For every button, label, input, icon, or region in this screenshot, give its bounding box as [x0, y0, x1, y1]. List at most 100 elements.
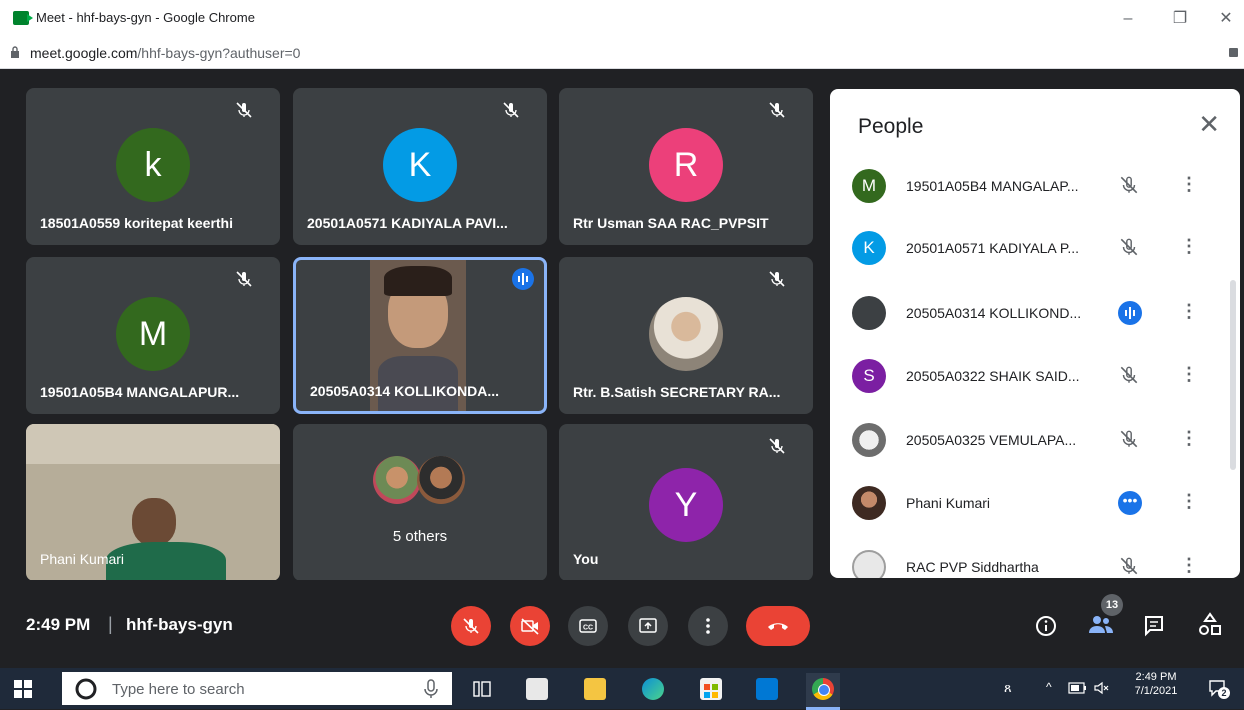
participant-tile-active-speaker[interactable]: 20505A0314 KOLLIKONDA... [293, 257, 547, 414]
store-icon[interactable] [700, 678, 722, 700]
others-tile[interactable]: 5 others [293, 424, 547, 581]
mic-off-icon[interactable] [1118, 364, 1140, 386]
participant-row-name: Phani Kumari [906, 495, 991, 511]
task-view-icon[interactable] [472, 680, 492, 698]
participant-tile[interactable]: Rtr. B.Satish SECRETARY RA... [559, 257, 813, 414]
more-options-button[interactable]: ⋮ [1180, 234, 1198, 258]
participant-tile[interactable]: R Rtr Usman SAA RAC_PVPSIT [559, 88, 813, 245]
chrome-taskbar-button[interactable] [806, 673, 840, 710]
taskbar-search-box[interactable]: Type here to search [62, 672, 452, 705]
others-avatar [417, 456, 465, 504]
svg-text:CC: CC [583, 625, 593, 632]
url-path: /hhf-bays-gyn?authuser=0 [137, 45, 301, 61]
action-center-button[interactable]: 2 [1208, 679, 1230, 699]
participant-name: 20501A0571 KADIYALA PAVI... [307, 215, 508, 231]
people-panel-title: People [858, 115, 924, 138]
windows-start-icon[interactable] [14, 680, 32, 698]
mic-toggle-button[interactable] [451, 606, 491, 646]
participant-row-name: 19501A05B4 MANGALAP... [906, 178, 1079, 194]
mic-off-icon[interactable] [1118, 555, 1140, 577]
maximize-button[interactable]: ❐ [1162, 6, 1198, 32]
more-vert-icon [706, 618, 710, 634]
clock-time: 2:49 PM [1135, 671, 1177, 683]
close-panel-button[interactable]: ✕ [1198, 111, 1220, 137]
more-options-button[interactable]: ⋮ [1180, 299, 1198, 323]
leave-call-button[interactable] [746, 606, 810, 646]
participant-row[interactable]: 20505A0325 VEMULAPA... ⋮ [850, 414, 1210, 464]
mic-off-icon [769, 438, 785, 454]
taskbar-clock[interactable]: 2:49 PM 7/1/2021 [1128, 671, 1184, 697]
notes-app-icon[interactable] [526, 678, 548, 700]
meeting-time: 2:49 PM [26, 615, 91, 634]
camera-toggle-button[interactable] [510, 606, 550, 646]
participant-name: You [573, 551, 599, 567]
chrome-icon [812, 678, 834, 700]
avatar: M [116, 297, 190, 371]
more-options-button[interactable]: ⋮ [1180, 426, 1198, 450]
participant-tile[interactable]: k 18501A0559 koritepat keerthi [26, 88, 280, 245]
people-icon[interactable] [1088, 614, 1114, 636]
avatar: Y [649, 468, 723, 542]
participant-tile-video[interactable]: Phani Kumari [26, 424, 280, 581]
participant-tile[interactable]: K 20501A0571 KADIYALA PAVI... [293, 88, 547, 245]
search-placeholder: Type here to search [112, 681, 245, 698]
chat-icon[interactable] [1142, 614, 1166, 638]
participant-name: 18501A0559 koritepat keerthi [40, 215, 233, 231]
participant-tile[interactable]: M 19501A05B4 MANGALAPUR... [26, 257, 280, 414]
file-explorer-icon[interactable] [584, 678, 606, 700]
extension-icon[interactable] [1229, 48, 1238, 57]
profile-photo [649, 297, 723, 371]
participant-row[interactable]: S 20505A0322 SHAIK SAID... ⋮ [850, 350, 1210, 400]
participant-row[interactable]: RAC PVP Siddhartha ⋮ [850, 541, 1210, 578]
people-taskbar-icon[interactable]: ጸ [1004, 680, 1012, 696]
hair-shape [384, 266, 452, 296]
meeting-details-icon[interactable] [1034, 614, 1058, 638]
minimize-button[interactable]: – [1110, 6, 1146, 32]
self-tile[interactable]: Y You [559, 424, 813, 581]
avatar [852, 423, 886, 457]
more-options-button[interactable]: ⋮ [1180, 362, 1198, 386]
participant-name: 20505A0314 KOLLIKONDA... [310, 383, 500, 399]
mic-off-icon [236, 102, 252, 118]
edge-browser-icon[interactable] [642, 678, 664, 700]
battery-icon[interactable] [1068, 682, 1088, 694]
microphone-icon[interactable] [424, 679, 438, 699]
avatar [852, 296, 886, 330]
more-options-button[interactable]: ⋮ [1180, 553, 1198, 577]
close-window-button[interactable]: ✕ [1208, 6, 1244, 32]
avatar [852, 550, 886, 578]
participants-count-badge: 13 [1101, 594, 1123, 616]
others-label: 5 others [392, 528, 448, 545]
participant-row[interactable]: M 19501A05B4 MANGALAP... ⋮ [850, 160, 1210, 210]
meeting-code: hhf-bays-gyn [126, 615, 233, 634]
activities-icon[interactable] [1198, 612, 1222, 638]
present-screen-button[interactable] [628, 606, 668, 646]
participant-row-name: RAC PVP Siddhartha [906, 559, 1039, 575]
address-bar[interactable]: meet.google.com/hhf-bays-gyn?authuser=0 [0, 38, 1244, 69]
avatar: k [116, 128, 190, 202]
cortana-icon [75, 678, 97, 700]
mic-off-icon[interactable] [1118, 174, 1140, 196]
more-options-button[interactable] [688, 606, 728, 646]
volume-muted-icon[interactable] [1094, 681, 1110, 695]
participant-row-name: 20505A0322 SHAIK SAID... [906, 368, 1080, 384]
more-options-button[interactable]: ⋮ [1180, 172, 1198, 196]
avatar [852, 486, 886, 520]
mic-off-icon[interactable] [1118, 428, 1140, 450]
people-panel-scrollbar[interactable] [1230, 280, 1236, 470]
chevron-up-icon[interactable]: ^ [1046, 680, 1052, 694]
mail-icon[interactable] [756, 678, 778, 700]
mic-off-icon[interactable] [1118, 236, 1140, 258]
meeting-info-separator: | [108, 614, 113, 634]
avatar: M [852, 169, 886, 203]
participant-row[interactable]: Phani Kumari ••• ⋮ [850, 477, 1210, 527]
participant-row[interactable]: 20505A0314 KOLLIKOND... ⋮ [850, 287, 1210, 337]
lock-icon [11, 46, 19, 58]
captions-button[interactable]: CC [568, 606, 608, 646]
participant-row[interactable]: K 20501A0571 KADIYALA P... ⋮ [850, 222, 1210, 272]
mic-off-icon [463, 618, 479, 634]
url-text[interactable]: meet.google.com/hhf-bays-gyn?authuser=0 [30, 45, 300, 61]
more-options-button[interactable]: ⋮ [1180, 489, 1198, 513]
wall-top [26, 424, 280, 464]
mic-off-icon [503, 102, 519, 118]
